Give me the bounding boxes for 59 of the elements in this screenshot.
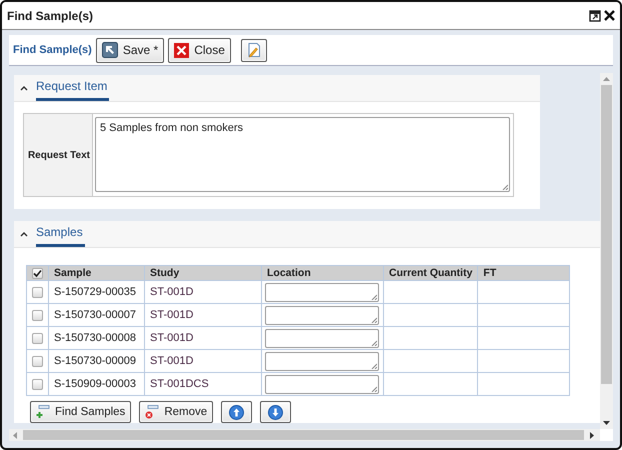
field-label: Request Text [28, 150, 90, 160]
resize-grip-icon[interactable] [371, 386, 377, 392]
vertical-scrollbar[interactable] [600, 73, 613, 429]
checkbox[interactable] [32, 310, 43, 321]
sample-id: S-150730-00009 [54, 355, 136, 367]
section-tab[interactable]: Request Item [36, 79, 110, 101]
scroll-down-arrow-icon[interactable] [603, 421, 610, 425]
section-tab[interactable]: Samples [36, 225, 85, 247]
column-header: Current Quantity [389, 267, 472, 279]
checkbox[interactable] [32, 356, 43, 367]
horizontal-scrollbar[interactable] [9, 429, 600, 441]
study-id: ST-001DCS [150, 378, 209, 390]
sample-id: S-150909-00003 [54, 378, 136, 390]
remove-button[interactable]: Remove [139, 401, 214, 423]
location-field[interactable] [265, 352, 379, 370]
close-icon [174, 42, 190, 58]
location-field[interactable] [265, 374, 379, 394]
location-field[interactable] [265, 306, 379, 324]
study-id: ST-001D [150, 309, 194, 321]
resize-grip-icon[interactable] [371, 316, 377, 322]
location-field[interactable] [265, 328, 379, 348]
find-samples-button[interactable]: Find Samples [30, 401, 132, 423]
column-header: Location [267, 267, 311, 279]
popout-icon[interactable] [589, 10, 601, 22]
up-button[interactable] [221, 401, 252, 423]
sample-id: S-150730-00007 [54, 309, 136, 321]
remove-row-icon [145, 405, 160, 419]
study-id: ST-001D [150, 286, 194, 298]
scroll-right-arrow-icon[interactable] [590, 432, 594, 438]
checkbox[interactable] [32, 268, 43, 279]
collapse-chevron-icon[interactable] [20, 231, 28, 237]
resize-grip-icon[interactable] [502, 184, 508, 190]
resize-grip-icon[interactable] [371, 362, 377, 368]
study-id: ST-001D [150, 355, 194, 367]
checkbox[interactable] [32, 286, 43, 298]
collapse-chevron-icon[interactable] [20, 85, 28, 91]
checkbox[interactable] [32, 332, 43, 344]
save-button[interactable]: Save * [96, 38, 164, 62]
resize-grip-icon[interactable] [371, 294, 377, 300]
close-button[interactable]: Close [168, 38, 231, 62]
resize-grip-icon[interactable] [371, 340, 377, 346]
window-title: Find Sample(s) [7, 8, 94, 22]
column-header: Study [150, 267, 180, 279]
column-header: FT [483, 267, 496, 279]
scroll-left-arrow-icon[interactable] [13, 432, 17, 438]
sample-id: S-150729-00035 [54, 286, 136, 298]
column-header: Sample [54, 267, 92, 279]
toolbar-title: Find Sample(s) [13, 44, 92, 56]
add-row-icon [36, 405, 50, 419]
study-id: ST-001D [150, 332, 194, 344]
note-icon [246, 42, 262, 58]
location-field[interactable] [265, 282, 379, 302]
note-button[interactable] [240, 38, 267, 62]
scroll-up-arrow-icon[interactable] [603, 77, 610, 81]
sample-id: S-150730-00008 [54, 332, 136, 344]
down-button[interactable] [260, 401, 292, 423]
close-icon[interactable] [603, 9, 616, 22]
checkbox[interactable] [32, 378, 43, 390]
request-text-field[interactable]: 5 Samples from non smokers [95, 117, 510, 192]
